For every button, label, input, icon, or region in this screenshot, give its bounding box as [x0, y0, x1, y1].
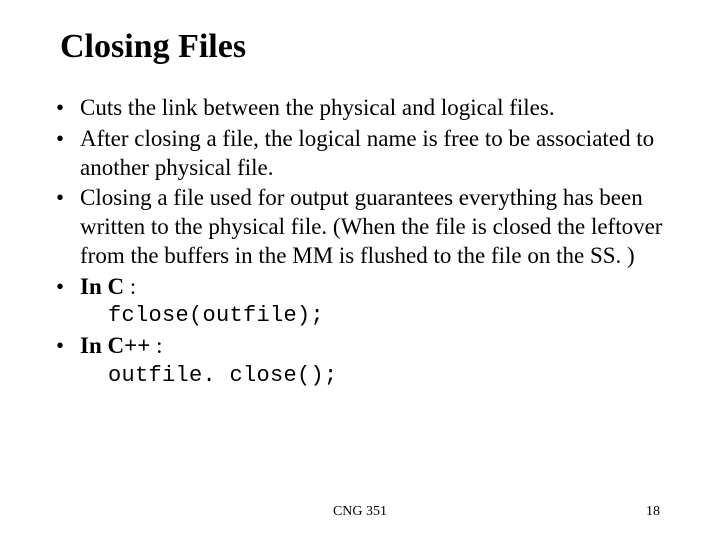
bullet-list: In C++ : [48, 332, 672, 361]
bullet-label-suffix: : [124, 274, 136, 299]
bullet-list: Cuts the link between the physical and l… [48, 94, 672, 301]
code-line-c: fclose(outfile); [48, 303, 672, 328]
bullet-item: Closing a file used for output guarantee… [48, 184, 672, 270]
bullet-item: After closing a file, the logical name i… [48, 125, 672, 183]
slide-title: Closing Files [60, 28, 672, 66]
bullet-label-bold: In C++ [80, 333, 150, 358]
bullet-item: In C : [48, 273, 672, 302]
code-line-cpp: outfile. close(); [48, 363, 672, 388]
bullet-label-suffix: : [150, 333, 162, 358]
bullet-label-bold: In C [80, 274, 124, 299]
footer-page-number: 18 [646, 504, 660, 520]
footer-course-code: CNG 351 [333, 504, 387, 520]
bullet-item: Cuts the link between the physical and l… [48, 94, 672, 123]
bullet-item: In C++ : [48, 332, 672, 361]
